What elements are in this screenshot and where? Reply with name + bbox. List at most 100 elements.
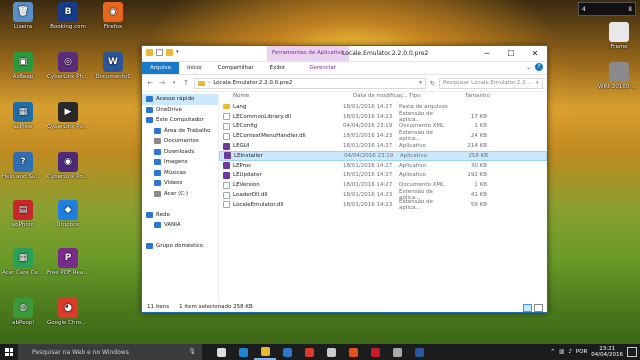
nav-item[interactable]: Rede: [142, 210, 218, 221]
desktop-icon[interactable]: ? Help and Support: [2, 152, 44, 180]
details-view-icon[interactable]: [523, 304, 532, 312]
dll-file-icon: [223, 113, 230, 121]
tab-compartilhar[interactable]: Compartilhar: [210, 62, 262, 74]
taskbar-store-button[interactable]: [276, 344, 298, 360]
nav-item-icon: [154, 180, 161, 187]
new-folder-icon[interactable]: [166, 49, 173, 56]
nav-item[interactable]: Este Computador: [142, 115, 218, 126]
column-size[interactable]: Tamanho: [465, 93, 497, 99]
table-row[interactable]: Lang 18/01/2016 14:27 Pasta de arquivos: [219, 102, 547, 112]
taskbar-word-button[interactable]: [408, 344, 430, 360]
app-icon: ◎: [58, 52, 78, 72]
desktop-icon[interactable]: Frame: [598, 22, 640, 50]
file-name-cell: Lang: [219, 104, 343, 110]
explorer-body: Acesso rápido OneDrive Este Computador Área…: [142, 90, 547, 302]
table-row[interactable]: LEUpdater 18/01/2016 14:27 Aplicativo 192 K…: [219, 171, 547, 181]
taskbar-file-explorer-button[interactable]: [254, 344, 276, 360]
desktop-icon[interactable]: ◆ Dropbox: [47, 200, 89, 228]
nav-item[interactable]: Vídeos: [142, 178, 218, 189]
table-row[interactable]: LEContextMenuHandler.dll 18/01/2016 14:23…: [219, 130, 547, 142]
refresh-icon[interactable]: ↻: [430, 80, 435, 87]
tab-arquivo[interactable]: Arquivo: [142, 62, 180, 74]
table-row[interactable]: LECommonLibrary.dll 18/01/2016 14:23 Exten…: [219, 111, 547, 123]
nav-item[interactable]: Músicas: [142, 168, 218, 179]
properties-icon[interactable]: [156, 49, 163, 56]
desktop-icon[interactable]: ▦ acPiew: [2, 102, 44, 130]
nav-item[interactable]: OneDrive: [142, 105, 218, 116]
dll-file-icon: [223, 132, 230, 140]
recent-locations-icon[interactable]: ▾: [170, 80, 178, 86]
context-tab-app-tools[interactable]: Ferramentas de Aplicativo: [267, 46, 350, 61]
desktop-icon[interactable]: ▦ Acer Care Center: [2, 248, 44, 276]
table-row[interactable]: LEProc 18/01/2016 14:27 Aplicativo 30 KB: [219, 161, 547, 171]
maximize-button[interactable]: ☐: [499, 46, 523, 61]
ribbon-expand-icon[interactable]: ⌄: [526, 64, 531, 71]
nav-item[interactable]: Grupo doméstico: [142, 241, 218, 252]
column-type[interactable]: Tipo: [409, 93, 465, 99]
nav-item[interactable]: Documentos: [142, 136, 218, 147]
file-date: 18/01/2016 14:23: [343, 192, 393, 199]
tab-exibir[interactable]: Exibir: [262, 62, 294, 74]
start-button[interactable]: [0, 344, 18, 360]
microphone-icon[interactable]: 🎙: [188, 348, 196, 355]
desktop-icon[interactable]: ◉ CyberLink PowerDVD 12: [47, 152, 89, 180]
chevron-down-icon[interactable]: ▾: [176, 49, 183, 56]
app-icon: B: [58, 2, 78, 22]
close-button[interactable]: ✕: [523, 46, 547, 61]
nav-item[interactable]: Acesso rápido: [142, 94, 218, 105]
tab-inicio[interactable]: Início: [179, 62, 210, 74]
language-indicator[interactable]: POR: [576, 349, 587, 355]
help-icon[interactable]: ?: [535, 63, 543, 71]
desktop-icon[interactable]: W Documento1: [92, 52, 134, 80]
nav-item[interactable]: Área de Trabalho: [142, 126, 218, 137]
table-row[interactable]: LEConfig 04/04/2016 23:19 Documento XML 1 K…: [219, 122, 547, 132]
tray-arrow-icon[interactable]: ^: [551, 349, 556, 355]
tab-gerenciar[interactable]: Gerenciar: [301, 62, 344, 74]
column-name[interactable]: Nome: [219, 93, 353, 99]
up-button[interactable]: ↑: [182, 79, 190, 87]
desktop-icon[interactable]: ◉ Firefox: [92, 2, 134, 30]
desktop-icon[interactable]: ◕ Google Chrome: [47, 298, 89, 326]
volume-icon[interactable]: ♪: [568, 349, 572, 355]
notification-center-icon[interactable]: [627, 347, 637, 357]
nav-item[interactable]: VANIA: [142, 220, 218, 231]
file-name: LoaderDll.dll: [233, 192, 268, 199]
desktop-icon[interactable]: ▣ AsBeep: [2, 52, 44, 80]
taskbar-edge-button[interactable]: [232, 344, 254, 360]
address-field[interactable]: › Locale.Emulator.2.2.0.0.pre2 ▾: [194, 77, 426, 89]
desktop-icon[interactable]: 🗑 Lixeira: [2, 2, 44, 30]
taskbar-opera-button[interactable]: [364, 344, 386, 360]
desktop-icon[interactable]: ◎ CyberLink PhotoDirector 5: [47, 52, 89, 80]
minimize-button[interactable]: ─: [475, 46, 499, 61]
network-icon[interactable]: ▥: [559, 349, 564, 355]
table-row[interactable]: LocaleEmulator.dll 18/01/2016 14:23 Extens…: [219, 199, 547, 211]
search-input[interactable]: Pesquisar Locale.Emulator.2.2.... ⌕: [439, 77, 543, 89]
forward-button[interactable]: →: [158, 79, 166, 87]
table-row[interactable]: LEGUI 18/01/2016 14:27 Aplicativo 214 KB: [219, 141, 547, 151]
table-row[interactable]: LEVersion 18/01/2016 14:27 Documento XML 1 …: [219, 180, 547, 190]
taskbar-search-input[interactable]: Pesquisar na Web e no Windows 🎙: [18, 344, 202, 360]
clock[interactable]: 23:21 04/04/2016: [591, 346, 623, 358]
large-icons-view-icon[interactable]: [534, 304, 543, 312]
table-row[interactable]: LEInstaller 04/04/2016 23:19 Aplicativo 258…: [219, 150, 547, 161]
back-button[interactable]: ←: [146, 79, 154, 87]
desktop-icon[interactable]: P Free PDF Reader: [47, 248, 89, 276]
taskbar-task-view-button[interactable]: [210, 344, 232, 360]
breadcrumb-current[interactable]: Locale.Emulator.2.2.0.0.pre2: [213, 80, 292, 86]
column-date[interactable]: Data de modificaç...: [353, 93, 409, 99]
taskbar-chrome-button[interactable]: [298, 344, 320, 360]
desktop-icon[interactable]: WIN_20160_Sou...: [598, 62, 640, 90]
desktop-icon[interactable]: ◍ abPeopl: [2, 298, 44, 326]
desktop-icon[interactable]: ▤ abPhoto: [2, 200, 44, 228]
nav-item[interactable]: Imagens: [142, 157, 218, 168]
taskbar-media-player-button[interactable]: [342, 344, 364, 360]
taskbar-settings-button[interactable]: [386, 344, 408, 360]
nav-item[interactable]: Acer (C:): [142, 189, 218, 200]
table-row[interactable]: LoaderDll.dll 18/01/2016 14:23 Extensão de…: [219, 189, 547, 201]
file-date: 18/01/2016 14:27: [343, 143, 393, 150]
desktop-icon[interactable]: B Booking.com: [47, 2, 89, 30]
desktop-icon[interactable]: ▶ CyberLink PowerDirector: [47, 102, 89, 130]
taskbar-calculator-button[interactable]: [320, 344, 342, 360]
address-dropdown-icon[interactable]: ▾: [419, 80, 422, 86]
nav-item[interactable]: Downloads: [142, 147, 218, 158]
